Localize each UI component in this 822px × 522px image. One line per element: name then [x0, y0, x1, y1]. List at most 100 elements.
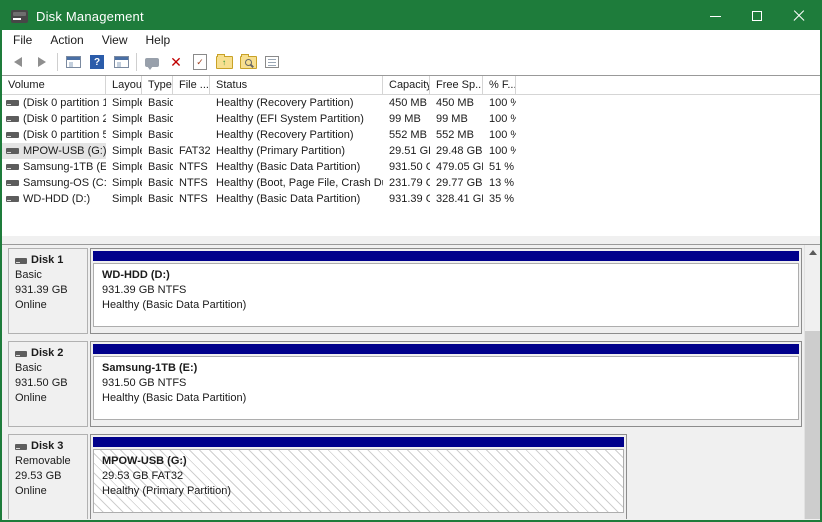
menu-view[interactable]: View: [93, 30, 137, 49]
back-button[interactable]: [7, 51, 29, 73]
cell-capacity: 99 MB: [383, 111, 430, 127]
disk3-label[interactable]: Disk 3 Removable 29.53 GB Online: [8, 434, 88, 519]
help-icon: ?: [90, 55, 104, 69]
col-type[interactable]: Type: [142, 76, 173, 94]
menu-help[interactable]: Help: [137, 30, 180, 49]
pane-splitter[interactable]: [2, 236, 820, 244]
volume-name: (Disk 0 partition 5): [23, 127, 106, 143]
vertical-scrollbar[interactable]: [804, 245, 820, 519]
delete-volume-button[interactable]: ✕: [165, 51, 187, 73]
disk-kind: Removable: [15, 454, 87, 469]
scroll-up-button[interactable]: [805, 245, 820, 260]
volume-icon: [6, 148, 19, 154]
col-layout[interactable]: Layout: [106, 76, 142, 94]
volume-icon: [6, 164, 19, 170]
cell-layout: Simple: [106, 95, 142, 111]
volume-icon: [6, 116, 19, 122]
properties-button[interactable]: [261, 51, 283, 73]
table-row[interactable]: (Disk 0 partition 1) Simple Basic Health…: [2, 95, 820, 111]
cell-free-space: 328.41 GB: [430, 191, 483, 207]
disk1-label[interactable]: Disk 1 Basic 931.39 GB Online: [8, 248, 88, 334]
partition-status: Healthy (Basic Data Partition): [102, 298, 798, 313]
menu-action[interactable]: Action: [41, 30, 92, 49]
cell-free-space: 29.48 GB: [430, 143, 483, 159]
col-volume[interactable]: Volume: [2, 76, 106, 94]
cell-status: Healthy (Basic Data Partition): [210, 191, 383, 207]
partition-status: Healthy (Primary Partition): [102, 484, 623, 499]
cell-percent-free: 100 %: [483, 143, 516, 159]
table-row[interactable]: (Disk 0 partition 5) Simple Basic Health…: [2, 127, 820, 143]
cell-free-space: 450 MB: [430, 95, 483, 111]
disk-row-1: Disk 1 Basic 931.39 GB Online WD-HDD (D:…: [8, 248, 802, 334]
col-percent-free[interactable]: % F...: [483, 76, 516, 94]
disk-state: Online: [15, 298, 87, 313]
partition-color-strip: [93, 437, 624, 447]
cell-type: Basic: [142, 111, 173, 127]
cell-status: Healthy (Recovery Partition): [210, 95, 383, 111]
action-pane-button[interactable]: [110, 51, 132, 73]
partition-label: WD-HDD (D:): [102, 268, 798, 283]
disk3-partition-selected[interactable]: MPOW-USB (G:) 29.53 GB FAT32 Healthy (Pr…: [90, 434, 627, 519]
partition-size: 931.39 GB NTFS: [102, 283, 798, 298]
partition-body: Samsung-1TB (E:) 931.50 GB NTFS Healthy …: [93, 356, 799, 420]
col-capacity[interactable]: Capacity: [383, 76, 430, 94]
disk2-label[interactable]: Disk 2 Basic 931.50 GB Online: [8, 341, 88, 427]
disk-kind: Basic: [15, 361, 87, 376]
hint-button[interactable]: [141, 51, 163, 73]
maximize-icon: [752, 11, 762, 21]
cell-capacity: 231.79 GB: [383, 175, 430, 191]
table-row-selected[interactable]: MPOW-USB (G:) Simple Basic FAT32 Healthy…: [2, 143, 820, 159]
cell-status: Healthy (Boot, Page File, Crash Dump...: [210, 175, 383, 191]
check-document-button[interactable]: ✓: [189, 51, 211, 73]
cell-capacity: 931.50 GB: [383, 159, 430, 175]
minimize-button[interactable]: [694, 2, 736, 30]
disk-name: Disk 1: [31, 253, 63, 268]
cell-file-system: NTFS: [173, 191, 210, 207]
toolbar: ? ✕ ✓ ↑: [2, 49, 820, 76]
cell-free-space: 99 MB: [430, 111, 483, 127]
properties-icon: [265, 56, 279, 68]
table-row[interactable]: (Disk 0 partition 2) Simple Basic Health…: [2, 111, 820, 127]
volume-list-pane: Volume Layout Type File ... Status Capac…: [2, 76, 820, 236]
cell-layout: Simple: [106, 143, 142, 159]
cell-free-space: 479.05 GB: [430, 159, 483, 175]
maximize-button[interactable]: [736, 2, 778, 30]
disk1-partition[interactable]: WD-HDD (D:) 931.39 GB NTFS Healthy (Basi…: [90, 248, 802, 334]
disk2-partition[interactable]: Samsung-1TB (E:) 931.50 GB NTFS Healthy …: [90, 341, 802, 427]
disk-management-window: Disk Management File Action View Help ? …: [0, 0, 822, 522]
console-tree-button[interactable]: [62, 51, 84, 73]
disk-icon: [15, 258, 27, 264]
scroll-up-icon: [809, 250, 817, 255]
cell-file-system: NTFS: [173, 175, 210, 191]
volume-icon: [6, 196, 19, 202]
partition-body-selected: MPOW-USB (G:) 29.53 GB FAT32 Healthy (Pr…: [93, 449, 624, 513]
col-file-system[interactable]: File ...: [173, 76, 210, 94]
table-row[interactable]: WD-HDD (D:) Simple Basic NTFS Healthy (B…: [2, 191, 820, 207]
cell-status: Healthy (Recovery Partition): [210, 127, 383, 143]
help-button[interactable]: ?: [86, 51, 108, 73]
table-row[interactable]: Samsung-1TB (E:) Simple Basic NTFS Healt…: [2, 159, 820, 175]
partition-color-strip: [93, 251, 799, 261]
disk-name: Disk 2: [31, 346, 63, 361]
close-button[interactable]: [778, 2, 820, 30]
console-tree-icon: [66, 56, 81, 68]
scrollbar-thumb[interactable]: [805, 331, 820, 519]
partition-status: Healthy (Basic Data Partition): [102, 391, 798, 406]
cell-percent-free: 35 %: [483, 191, 516, 207]
forward-button[interactable]: [31, 51, 53, 73]
table-row[interactable]: Samsung-OS (C:) Simple Basic NTFS Health…: [2, 175, 820, 191]
cell-percent-free: 51 %: [483, 159, 516, 175]
back-icon: [14, 57, 22, 67]
cell-status: Healthy (Basic Data Partition): [210, 159, 383, 175]
menu-file[interactable]: File: [4, 30, 41, 49]
col-status[interactable]: Status: [210, 76, 383, 94]
forward-icon: [38, 57, 46, 67]
explore-folder-icon: [240, 56, 257, 69]
volume-name: (Disk 0 partition 2): [23, 111, 106, 127]
volume-name: WD-HDD (D:): [23, 191, 90, 207]
col-free-space[interactable]: Free Sp...: [430, 76, 483, 94]
open-folder-button[interactable]: ↑: [213, 51, 235, 73]
explore-folder-button[interactable]: [237, 51, 259, 73]
cell-percent-free: 100 %: [483, 127, 516, 143]
disk-state: Online: [15, 391, 87, 406]
